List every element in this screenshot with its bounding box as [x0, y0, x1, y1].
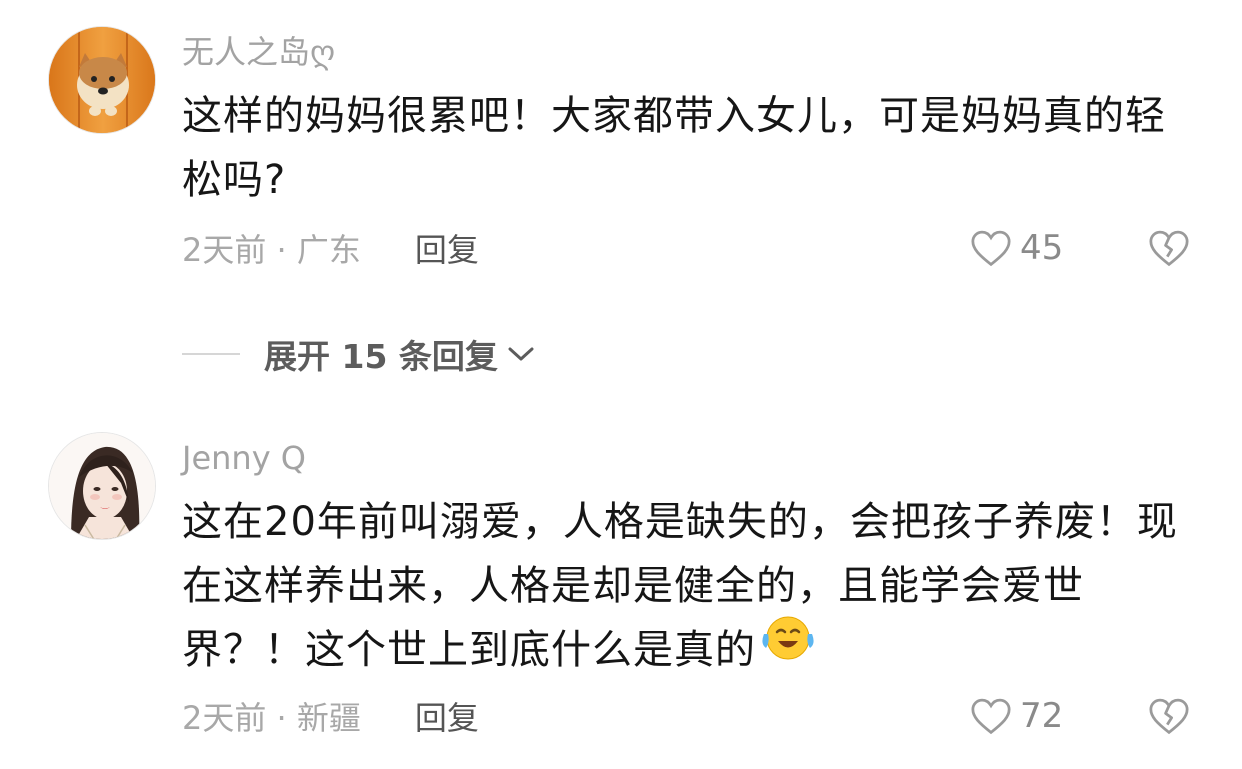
- crying-laughing-emoji-icon: [760, 614, 816, 681]
- expand-replies-label: 展开 15 条回复: [264, 337, 498, 376]
- username[interactable]: Jenny Q: [182, 438, 306, 478]
- avatar[interactable]: [48, 26, 156, 134]
- dislike-button[interactable]: [1148, 224, 1190, 272]
- broken-heart-icon: [1149, 230, 1189, 267]
- woman-avatar-image: [49, 433, 155, 539]
- reply-button[interactable]: 回复: [415, 693, 479, 739]
- avatar[interactable]: [48, 432, 156, 540]
- expand-replies-button[interactable]: 展开 15 条回复: [182, 330, 536, 378]
- comment-text-body: 这在20年前叫溺爱，人格是缺失的，会把孩子养废！现在这样养出来，人格是却是健全的…: [182, 499, 1178, 673]
- like-button[interactable]: 72: [970, 692, 1063, 740]
- like-count: 45: [1020, 228, 1064, 268]
- reply-button[interactable]: 回复: [415, 225, 479, 271]
- chevron-down-icon: [508, 347, 534, 361]
- timestamp-location: 2天前 · 新疆: [182, 699, 361, 737]
- heart-icon: [971, 698, 1011, 735]
- timestamp-location: 2天前 · 广东: [182, 231, 361, 269]
- dislike-button[interactable]: [1148, 692, 1190, 740]
- comment-meta: 2天前 · 广东 回复: [182, 224, 479, 272]
- comment-meta: 2天前 · 新疆 回复: [182, 692, 479, 740]
- broken-heart-icon: [1149, 698, 1189, 735]
- comment-text: 这在20年前叫溺爱，人格是缺失的，会把孩子养废！现在这样养出来，人格是却是健全的…: [182, 490, 1192, 682]
- divider-line: [182, 353, 240, 355]
- like-button[interactable]: 45: [970, 224, 1063, 272]
- dog-avatar-image: [49, 27, 155, 133]
- like-count: 72: [1020, 696, 1064, 736]
- comment-text: 这样的妈妈很累吧！大家都带入女儿，可是妈妈真的轻松吗?: [182, 93, 1166, 203]
- username[interactable]: 无人之岛ღ: [182, 32, 335, 72]
- heart-icon: [971, 230, 1011, 267]
